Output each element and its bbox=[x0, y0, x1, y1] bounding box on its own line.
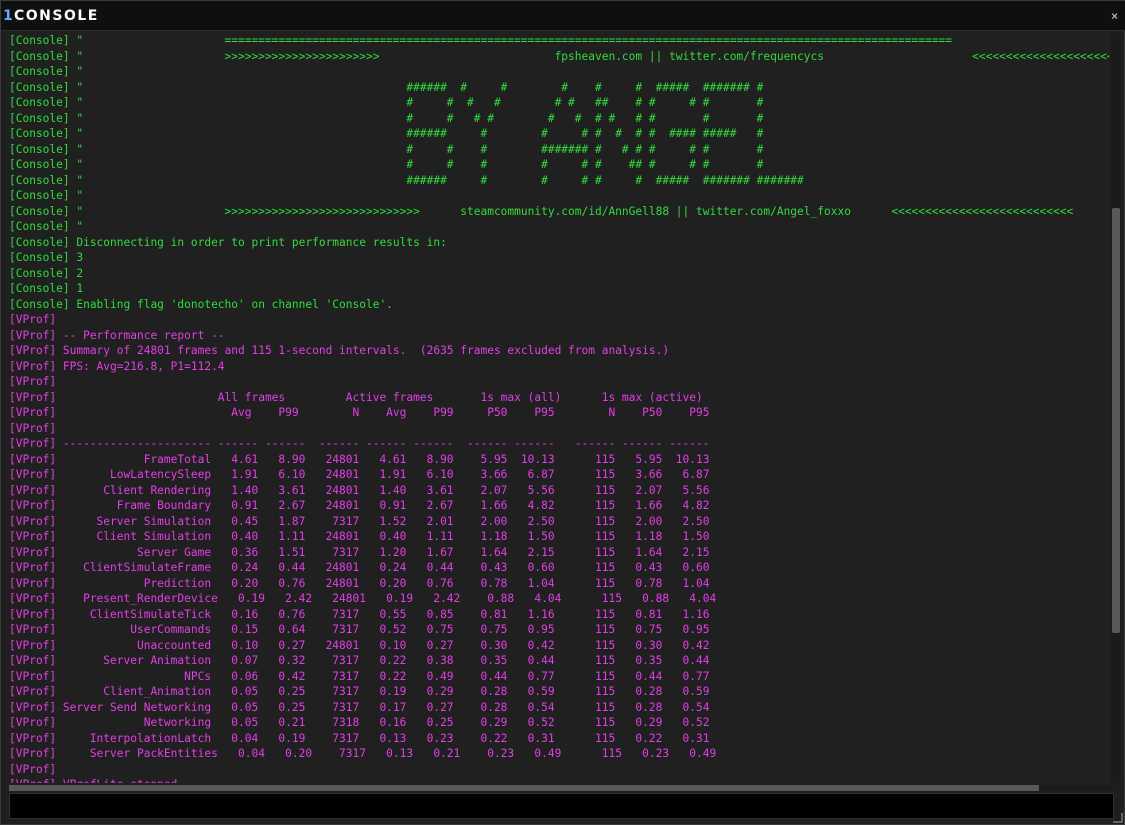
console-output[interactable]: [Console] " ============================… bbox=[9, 33, 1109, 783]
console-line: [VProf] InterpolationLatch 0.04 0.19 731… bbox=[9, 731, 710, 745]
console-line: [Console] " # # # # # # ## # # # # bbox=[9, 158, 764, 171]
console-line: [VProf] Client Rendering 1.40 3.61 24801… bbox=[9, 483, 710, 497]
console-line: [Console] " ###### # # # # # ##### #####… bbox=[9, 173, 804, 187]
console-line: [Console] 2 bbox=[9, 266, 84, 280]
console-line: [VProf] bbox=[9, 762, 57, 776]
console-line: [VProf] Server Send Networking 0.05 0.25… bbox=[9, 700, 710, 714]
console-line: [VProf] -- Performance report -- bbox=[9, 328, 225, 342]
vertical-scrollbar[interactable] bbox=[1111, 33, 1121, 783]
console-line: [VProf] Present_RenderDevice 0.19 2.42 2… bbox=[9, 592, 717, 605]
console-line: [VProf] ---------------------- ------ --… bbox=[9, 437, 710, 450]
console-line: [Console] Enabling flag 'donotecho' on c… bbox=[9, 297, 393, 311]
console-line: [VProf] Client_Animation 0.05 0.25 7317 … bbox=[9, 685, 710, 698]
console-line: [VProf] Frame Boundary 0.91 2.67 24801 0… bbox=[9, 499, 710, 512]
close-icon[interactable] bbox=[1111, 10, 1123, 24]
console-line: [VProf] Summary of 24801 frames and 115 … bbox=[9, 344, 670, 357]
console-line: [VProf] ClientSimulateFrame 0.24 0.44 24… bbox=[9, 561, 710, 574]
console-line: [Console] " ###### # # # # # ##### #####… bbox=[9, 80, 764, 94]
console-line: [VProf] Server Game 0.36 1.51 7317 1.20 … bbox=[9, 545, 710, 559]
window-title: CONSOLE bbox=[14, 8, 99, 24]
console-line: [Console] " bbox=[9, 220, 84, 233]
console-line: [Console] " ============================… bbox=[9, 34, 952, 47]
console-line: [VProf] FrameTotal 4.61 8.90 24801 4.61 … bbox=[9, 452, 710, 466]
console-line: [VProf] All frames Active frames 1s max … bbox=[9, 390, 703, 404]
console-line: [Console] Disconnecting in order to prin… bbox=[9, 235, 447, 249]
console-line: [Console] " bbox=[9, 189, 84, 202]
console-line: [VProf] Client Simulation 0.40 1.11 2480… bbox=[9, 530, 710, 543]
console-line: [VProf] bbox=[9, 421, 57, 435]
resize-handle[interactable] bbox=[1113, 813, 1123, 823]
console-line: [VProf] LowLatencySleep 1.91 6.10 24801 … bbox=[9, 468, 710, 481]
console-window: 1 CONSOLE [Console] " ==================… bbox=[0, 0, 1125, 825]
console-line: [VProf] UserCommands 0.15 0.64 7317 0.52… bbox=[9, 623, 710, 636]
horizontal-scrollbar[interactable] bbox=[9, 785, 1111, 791]
console-line: [VProf] FPS: Avg=216.8, P1=112.4 bbox=[9, 359, 225, 373]
horizontal-scroll-thumb[interactable] bbox=[9, 785, 1039, 791]
console-line: [Console] 1 bbox=[9, 282, 84, 295]
console-line: [VProf] Server Simulation 0.45 1.87 7317… bbox=[9, 514, 710, 528]
console-line: [VProf] bbox=[9, 313, 57, 326]
console-line: [VProf] bbox=[9, 375, 57, 388]
console-line: [Console] " # # # # # # # # # # # # bbox=[9, 111, 764, 125]
console-line: [VProf] Server PackEntities 0.04 0.20 73… bbox=[9, 747, 717, 760]
console-line: [VProf] Prediction 0.20 0.76 24801 0.20 … bbox=[9, 576, 710, 590]
console-line: [VProf] VProfLite stopped. bbox=[9, 777, 1109, 783]
console-line: [Console] " ###### # # # # # # # #### ##… bbox=[9, 127, 764, 140]
window-index: 1 bbox=[3, 8, 13, 24]
console-line: [VProf] NPCs 0.06 0.42 7317 0.22 0.49 0.… bbox=[9, 669, 710, 683]
console-line: [Console] 3 bbox=[9, 251, 84, 264]
console-line: [Console] " bbox=[9, 65, 84, 78]
console-line: [Console] " >>>>>>>>>>>>>>>>>>>>>>>>>>>>… bbox=[9, 204, 1074, 218]
console-line: [VProf] ClientSimulateTick 0.16 0.76 731… bbox=[9, 607, 710, 621]
console-command-input[interactable] bbox=[9, 793, 1114, 819]
console-line: [VProf] Unaccounted 0.10 0.27 24801 0.10… bbox=[9, 638, 710, 652]
vertical-scroll-thumb[interactable] bbox=[1112, 208, 1120, 633]
console-line: [VProf] Avg P99 N Avg P99 P50 P95 N P50 … bbox=[9, 406, 710, 419]
console-titlebar[interactable]: 1 CONSOLE bbox=[1, 1, 1125, 31]
console-line: [Console] " # # # # # # ## # # # # # bbox=[9, 96, 764, 109]
console-line: [VProf] Server Animation 0.07 0.32 7317 … bbox=[9, 654, 710, 667]
console-line: [Console] " # # # ####### # # # # # # # bbox=[9, 142, 764, 156]
console-line: [VProf] Networking 0.05 0.21 7318 0.16 0… bbox=[9, 716, 710, 729]
console-line: [Console] " >>>>>>>>>>>>>>>>>>>>>>> fpsh… bbox=[9, 49, 1109, 63]
